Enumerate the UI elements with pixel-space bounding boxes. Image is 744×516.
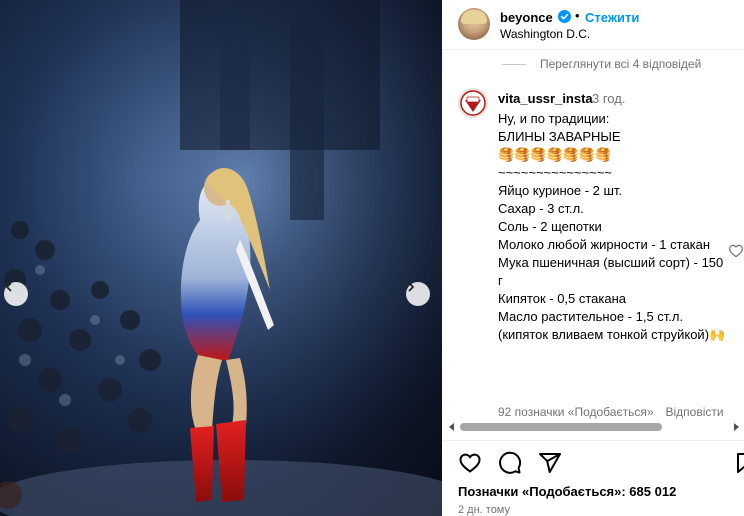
comment-icon[interactable] — [498, 451, 522, 475]
comment-line: БЛИНЫ ЗАВАРНЫЕ — [498, 129, 621, 144]
share-icon[interactable] — [538, 451, 562, 475]
replies-divider-line — [502, 63, 526, 65]
bookmark-icon[interactable] — [734, 451, 744, 475]
header-separator: • — [575, 8, 580, 23]
comment-like-heart-icon[interactable] — [728, 243, 744, 259]
comment-line: Кипяток - 0,5 стакана — [498, 291, 627, 306]
comment-line: Масло растительное - 1,5 ст.л. — [498, 309, 684, 324]
carousel-prev-button[interactable] — [4, 282, 28, 306]
post-location[interactable]: Washington D.C. — [500, 27, 590, 41]
scrollbar-thumb[interactable] — [460, 423, 662, 431]
horizontal-scrollbar[interactable] — [442, 420, 744, 434]
comment-line: Сахар - 3 ст.л. — [498, 201, 584, 216]
comment-footer: 92 позначки «Подобається» Відповісти — [498, 405, 724, 419]
comment-likes-link[interactable]: 92 позначки «Подобається» — [498, 405, 654, 419]
comment-line: Соль - 2 щепотки — [498, 219, 602, 234]
ussr-emblem-icon — [460, 90, 486, 116]
scroll-left-arrow-icon[interactable] — [448, 423, 456, 431]
chevron-left-icon — [6, 282, 12, 292]
comment-text: Ну, и по традиции: БЛИНЫ ЗАВАРНЫЕ 🥞🥞🥞🥞🥞🥞… — [498, 110, 728, 344]
comment-line: Мука пшеничная (высший сорт) - 150 г — [498, 255, 727, 288]
post-header: beyonce • Стежити Washington D.C. — [442, 0, 744, 50]
comment-line: Яйцо куриное - 2 шт. — [498, 183, 623, 198]
comment-line: Ну, и по традиции: — [498, 111, 610, 126]
commenter-username[interactable]: vita_ussr_insta — [498, 91, 593, 106]
post-photo[interactable] — [0, 0, 442, 516]
post-actions-bar — [442, 440, 744, 480]
comment-line: (кипяток вливаем тонкой струйкой)🙌 — [498, 327, 726, 342]
author-username[interactable]: beyonce — [500, 10, 553, 25]
post-timestamp[interactable]: 2 дн. тому — [458, 504, 510, 516]
comment-time[interactable]: 3 год. — [592, 91, 625, 106]
scroll-right-arrow-icon[interactable] — [732, 423, 740, 431]
verified-badge-icon — [558, 10, 571, 23]
view-replies-label: Переглянути всі 4 відповідей — [540, 57, 702, 71]
post-side-panel: beyonce • Стежити Washington D.C. Перегл… — [442, 0, 744, 516]
post-likes-count[interactable]: Позначки «Подобається»: 685 012 — [458, 484, 676, 499]
commenter-avatar[interactable] — [458, 88, 488, 118]
carousel-next-button[interactable] — [406, 282, 430, 306]
heart-icon[interactable] — [458, 451, 482, 475]
comment-line: 🥞🥞🥞🥞🥞🥞🥞 — [498, 147, 612, 162]
author-avatar[interactable] — [458, 8, 490, 40]
view-replies-button[interactable]: Переглянути всі 4 відповідей — [502, 57, 701, 71]
follow-button[interactable]: Стежити — [585, 10, 639, 25]
comment-reply-button[interactable]: Відповісти — [666, 405, 724, 419]
chevron-right-icon — [408, 282, 414, 292]
comment-line: Молоко любой жирности - 1 стакан — [498, 237, 711, 252]
concert-photo — [0, 0, 442, 516]
comment-line: ~~~~~~~~~~~~~~~ — [498, 165, 612, 180]
